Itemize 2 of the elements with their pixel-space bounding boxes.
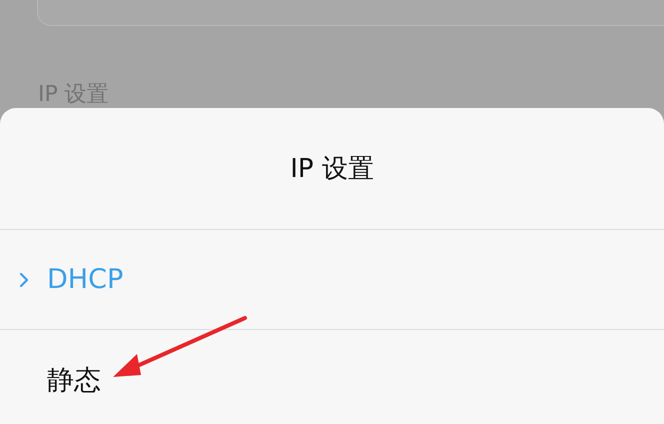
- chevron-icon: [19, 272, 29, 288]
- sheet-title: IP 设置: [0, 108, 664, 230]
